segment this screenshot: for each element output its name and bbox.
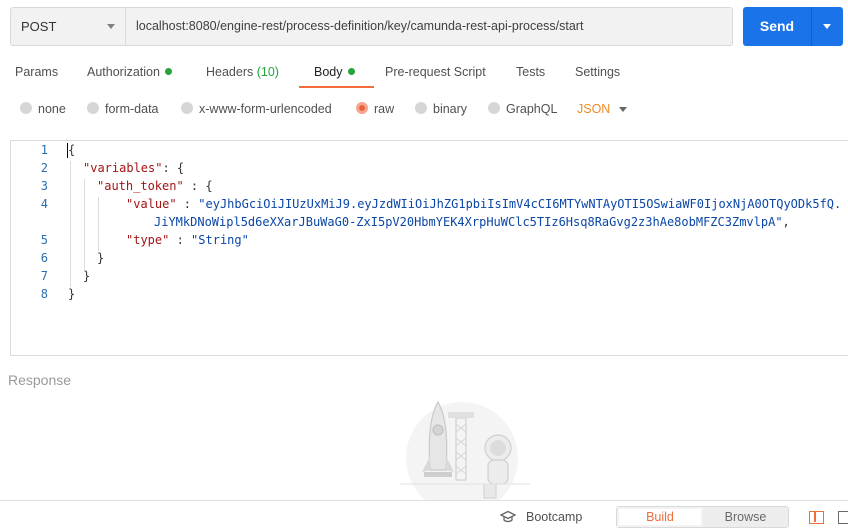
radio-raw[interactable]: [356, 102, 368, 114]
url-input[interactable]: localhost:8080/engine-rest/process-defin…: [126, 7, 733, 46]
keyboard-shortcuts-icon[interactable]: [838, 511, 848, 524]
json-string: JiYMkDNoWipl5d6eXXarJBuWaG0-ZxI5pV20HbmY…: [154, 215, 783, 229]
headers-count-badge: (10): [256, 65, 279, 79]
radio-binary[interactable]: [415, 102, 427, 114]
tab-body[interactable]: Body: [314, 65, 355, 79]
code-editor[interactable]: 1 2 3 4 5 6 7 8 { "variables": { "auth_t…: [10, 140, 848, 356]
method-select[interactable]: POST: [10, 7, 126, 46]
code-line: {: [68, 143, 75, 157]
radio-none[interactable]: [20, 102, 32, 114]
json-string: "String": [191, 233, 249, 247]
send-options-chevron-icon[interactable]: [823, 24, 831, 29]
radio-label-raw[interactable]: raw: [374, 102, 394, 116]
browse-button[interactable]: Browse: [703, 507, 788, 527]
tab-params[interactable]: Params: [15, 65, 58, 79]
json-key: "type": [126, 233, 170, 247]
tab-label: Settings: [575, 65, 621, 79]
code-token: : {: [162, 161, 185, 175]
chevron-down-icon: [107, 24, 115, 29]
radio-label-x-www-form-urlencoded[interactable]: x-www-form-urlencoded: [199, 102, 332, 116]
code-line: "variables": {: [83, 161, 184, 175]
method-value: POST: [21, 19, 57, 34]
code-token: {: [68, 143, 76, 157]
bootcamp-link[interactable]: Bootcamp: [526, 510, 582, 524]
format-select[interactable]: JSON: [577, 102, 610, 116]
line-number: 3: [40, 179, 48, 193]
body-type-options: none form-data x-www-form-urlencoded raw…: [0, 100, 848, 120]
line-number: 8: [40, 287, 48, 301]
radio-label-form-data[interactable]: form-data: [105, 102, 159, 116]
radio-form-data[interactable]: [87, 102, 99, 114]
tab-label: Params: [15, 65, 59, 79]
radio-label-binary[interactable]: binary: [433, 102, 467, 116]
line-number: 4: [40, 197, 48, 211]
code-token: : {: [183, 179, 213, 193]
build-button[interactable]: Build: [617, 507, 703, 527]
build-browse-toggle: Build Browse: [616, 506, 789, 528]
status-dot-icon: [164, 68, 172, 75]
code-token: :: [176, 197, 199, 211]
radio-graphql[interactable]: [488, 102, 500, 114]
request-bar: POST localhost:8080/engine-rest/process-…: [10, 7, 848, 46]
tab-label: Headers: [206, 65, 254, 79]
tab-headers[interactable]: Headers (10): [206, 65, 279, 79]
code-line: "auth_token" : {: [97, 179, 213, 193]
code-line: "type" : "String": [126, 233, 249, 247]
code-token: }: [68, 287, 76, 301]
tab-label: Authorization: [87, 65, 160, 79]
status-footer: Bootcamp Build Browse: [0, 500, 848, 530]
code-token: ,: [782, 215, 790, 229]
code-token: }: [83, 269, 91, 283]
chevron-down-icon[interactable]: [619, 107, 627, 112]
active-tab-indicator: [299, 86, 374, 88]
radio-label-none[interactable]: none: [38, 102, 66, 116]
rocket-astronaut-illustration-icon: [400, 400, 530, 500]
json-key: "auth_token": [97, 179, 184, 193]
code-line: }: [97, 251, 104, 265]
line-number: 1: [40, 143, 48, 157]
code-token: }: [97, 251, 105, 265]
line-number: 7: [40, 269, 48, 283]
code-line: }: [68, 287, 75, 301]
two-pane-view-icon[interactable]: [809, 511, 824, 524]
code-line: "value" : "eyJhbGciOiJIUzUxMiJ9.eyJzdWIi…: [126, 197, 841, 211]
tab-label: Body: [314, 65, 343, 79]
response-heading: Response: [8, 372, 72, 388]
json-key: "variables": [83, 161, 163, 175]
status-dot-icon: [347, 68, 355, 75]
radio-x-www-form-urlencoded[interactable]: [181, 102, 193, 114]
indent-guide: [84, 179, 85, 269]
json-string: "eyJhbGciOiJIUzUxMiJ9.eyJzdWIiOiJhZG1pbi…: [198, 197, 842, 211]
indent-guide: [70, 161, 71, 287]
tab-authorization[interactable]: Authorization: [87, 65, 172, 79]
send-button-label: Send: [759, 18, 795, 34]
line-number: 6: [40, 251, 48, 265]
send-button-divider: [811, 7, 812, 46]
line-number: 2: [40, 161, 48, 175]
graduation-cap-icon[interactable]: [500, 510, 516, 524]
tab-tests[interactable]: Tests: [516, 65, 545, 79]
tab-settings[interactable]: Settings: [575, 65, 620, 79]
request-tabs: Params Authorization Headers (10) Body P…: [0, 57, 848, 89]
code-line: JiYMkDNoWipl5d6eXXarJBuWaG0-ZxI5pV20HbmY…: [154, 215, 790, 229]
json-key: "value": [126, 197, 177, 211]
tab-label: Pre-request Script: [385, 65, 486, 79]
indent-guide: [98, 197, 99, 251]
code-token: :: [169, 233, 192, 247]
radio-label-graphql[interactable]: GraphQL: [506, 102, 557, 116]
code-line: }: [83, 269, 90, 283]
send-button[interactable]: Send: [743, 7, 843, 46]
line-number: 5: [40, 233, 48, 247]
tab-label: Tests: [516, 65, 546, 79]
tab-pre-request-script[interactable]: Pre-request Script: [385, 65, 486, 79]
